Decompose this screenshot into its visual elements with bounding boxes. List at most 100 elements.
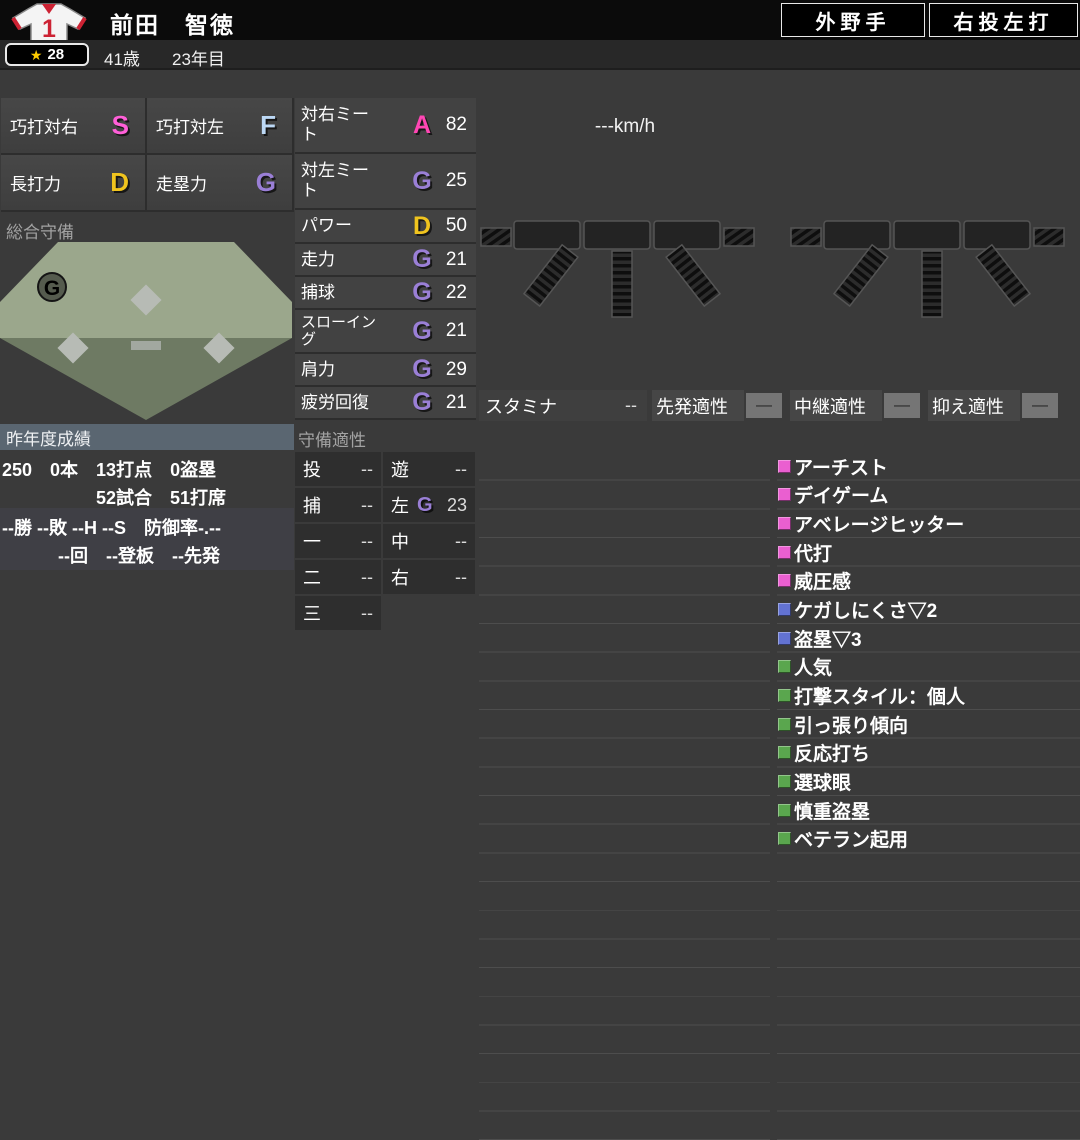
pos-value: -- [455, 530, 467, 551]
aptitude-closer: 抑え適性 — [928, 390, 1066, 421]
breaking-ball-chart-left [480, 220, 755, 318]
defense-field-diagram: G [0, 242, 292, 420]
ability-bullet [778, 517, 791, 531]
ability-label: 引っ張り傾向 [794, 715, 909, 737]
stat-row-meet-vs-right: 対右ミート A 82 [295, 98, 476, 154]
jersey-number: 1 [42, 15, 56, 43]
stat-value: 21 [445, 391, 467, 413]
pos-label: 三 [303, 604, 321, 624]
pos-value: -- [455, 458, 467, 479]
special-abilities-list: アーチスト デイゲーム アベレージヒッター 代打 威圧感 ケガしにくさ▽2 盗塁… [777, 452, 1080, 1140]
player-card-screen: 前田 智徳 外野手 右投左打 1 ★ 28 41歳 23年目 巧打対右 S 巧打… [0, 0, 1080, 1140]
stat-row-speed: 走力 G 21 [295, 244, 476, 277]
aptitude-middle-relief: 中継適性 — [790, 390, 928, 421]
stamina-row: スタミナ -- 先発適性 — 中継適性 — 抑え適性 — [479, 390, 1080, 421]
ability-label: ケガしにくさ▽2 [794, 601, 938, 623]
ability-bullet [778, 545, 791, 559]
ability-cell-baserunning: 走塁力 G [147, 155, 294, 212]
ability-bullet [778, 574, 791, 588]
position-button[interactable]: 外野手 [781, 3, 925, 37]
stat-label: 肩力 [301, 359, 335, 379]
last-year-header: 昨年度成績 [0, 424, 294, 450]
ability-label: デイゲーム [794, 486, 889, 508]
last-year-batting-line1: 250 0本 13打点 0盗塁 [2, 460, 217, 480]
breaking-ball-chart-right [790, 220, 1065, 318]
pos-cell-catcher: 捕 -- [295, 488, 381, 522]
last-year-pitching-line2: --回 --登板 --先発 [58, 546, 220, 566]
mound-marker [131, 341, 161, 350]
pos-value: -- [361, 530, 373, 551]
ability-label: 代打 [794, 543, 833, 565]
stat-row-power: パワー D 50 [295, 210, 476, 244]
ability-label: 人気 [794, 658, 833, 680]
ability-bullet [778, 603, 791, 617]
stat-value: 21 [445, 248, 467, 270]
ability-row: 代打 [777, 538, 1080, 567]
grade-letter: G [412, 388, 432, 416]
pos-label: 遊 [391, 460, 409, 480]
ability-bullet [778, 689, 791, 703]
ability-label: アベレージヒッター [794, 515, 965, 537]
stamina-cell: スタミナ -- [479, 390, 647, 421]
ability-bullet [778, 775, 791, 789]
ability-label: 盗塁▽3 [794, 629, 862, 651]
pos-cell-pitcher: 投 -- [295, 452, 381, 486]
pitch-speed: ---km/h [594, 116, 656, 137]
ability-bullet [778, 459, 791, 473]
ability-label: 慎重盗塁 [794, 801, 871, 823]
star-icon: ★ [29, 46, 43, 63]
ability-cell-contact-vs-right: 巧打対右 S [1, 98, 147, 155]
aptitude-label: 先発適性 [652, 390, 744, 421]
stat-label: 対左ミート [301, 161, 369, 200]
ability-row: 盗塁▽3 [777, 624, 1080, 653]
ability-bullet [778, 660, 791, 674]
ability-row: 反応打ち [777, 739, 1080, 768]
ability-bullet [778, 488, 791, 502]
grade-letter: D [110, 167, 129, 197]
grade-letter: S [111, 110, 129, 140]
pos-label: 投 [303, 460, 321, 480]
star-count: 28 [47, 46, 65, 63]
ability-cell-label: 巧打対左 [156, 118, 224, 137]
ability-row: 打撃スタイル：個人 [777, 681, 1080, 710]
aptitude-badge: — [1022, 393, 1058, 418]
grade-letter: G [412, 355, 432, 383]
stat-value: 22 [445, 281, 467, 303]
ability-row: 慎重盗塁 [777, 796, 1080, 825]
pos-value: 23 [446, 494, 467, 515]
throw-bat-button[interactable]: 右投左打 [929, 3, 1078, 37]
ability-cell-label: 長打力 [10, 175, 61, 194]
pos-value: -- [361, 566, 373, 587]
top-bar: 前田 智徳 外野手 右投左打 [0, 0, 1080, 40]
pos-label: 中 [391, 532, 409, 552]
ability-row: アベレージヒッター [777, 509, 1080, 538]
ability-label: アーチスト [794, 457, 888, 479]
pos-label: 左 [391, 496, 409, 516]
star-badge: ★ 28 [5, 43, 89, 66]
ability-label: 選球眼 [794, 773, 852, 795]
ability-cell-label: 巧打対右 [10, 118, 78, 137]
stamina-label: スタミナ [485, 396, 557, 417]
pos-cell-second: 二 -- [295, 560, 381, 594]
ability-row: 人気 [777, 653, 1080, 682]
ability-bullet [778, 631, 791, 645]
grade-letter: G [417, 493, 433, 516]
pos-cell-center: 中 -- [383, 524, 475, 558]
stat-label: 対右ミート [301, 105, 369, 144]
stamina-value: -- [625, 395, 637, 415]
last-year-pitching-line1: --勝 --敗 --H --S 防御率-.-- [2, 518, 221, 538]
grade-letter: G [412, 245, 432, 273]
aptitude-label: 抑え適性 [928, 390, 1020, 421]
pos-value: -- [361, 602, 373, 623]
stat-row-meet-vs-left: 対左ミート G 25 [295, 154, 476, 210]
pos-cell-right: 右 -- [383, 560, 475, 594]
pos-value: -- [455, 566, 467, 587]
pos-value: -- [361, 458, 373, 479]
player-name: 前田 智徳 [110, 12, 235, 38]
pos-label: 二 [303, 568, 321, 588]
stat-label: 捕球 [301, 282, 335, 302]
stat-value: 50 [445, 215, 467, 236]
stat-row-throwing: スローイング G 21 [295, 310, 476, 354]
pos-label: 右 [391, 568, 409, 588]
stat-value: 25 [445, 170, 467, 191]
